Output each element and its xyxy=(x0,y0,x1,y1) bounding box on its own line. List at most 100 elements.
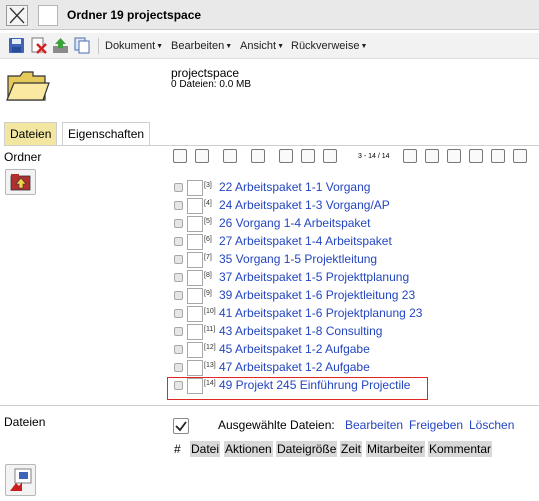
list-item: [9] 39 Arbeitspaket 1-6 Projektleitung 23 xyxy=(172,287,432,305)
menu-dokument[interactable]: Dokument▼ xyxy=(105,40,163,52)
window-title: Ordner 19 projectspace xyxy=(67,8,202,22)
item-bullet[interactable] xyxy=(174,327,183,336)
item-bullet[interactable] xyxy=(174,273,183,282)
document-icon[interactable] xyxy=(301,149,315,163)
list-item: [12] 45 Arbeitspaket 1-2 Aufgabe xyxy=(172,341,432,359)
print-icon[interactable] xyxy=(279,149,293,163)
item-bullet[interactable] xyxy=(174,255,183,264)
item-number: [6] xyxy=(204,236,212,243)
expand-icon[interactable] xyxy=(469,149,483,163)
item-checkbox[interactable] xyxy=(187,234,203,250)
item-link[interactable]: 27 Arbeitspaket 1-4 Arbeitspaket xyxy=(219,234,392,248)
item-bullet[interactable] xyxy=(174,237,183,246)
action-loeschen[interactable]: Löschen xyxy=(469,418,514,432)
item-number: [12] xyxy=(204,344,216,351)
menu-ansicht[interactable]: Ansicht▼ xyxy=(240,40,284,52)
item-checkbox[interactable] xyxy=(187,288,203,304)
column-header-datei[interactable]: Datei xyxy=(190,441,221,457)
toolbar: Dokument▼ Bearbeiten▼ Ansicht▼ Rückverwe… xyxy=(0,33,539,59)
item-number: [5] xyxy=(204,218,212,225)
folder-up-button[interactable] xyxy=(5,169,36,195)
pager-status: 3 - 14 / 14 xyxy=(358,153,390,160)
selected-files-checkbox[interactable] xyxy=(173,418,189,434)
action-freigeben[interactable]: Freigeben xyxy=(409,418,463,432)
item-checkbox[interactable] xyxy=(187,198,203,214)
space-info: 0 Dateien: 0.0 MB xyxy=(171,79,252,90)
item-bullet[interactable] xyxy=(174,219,183,228)
item-checkbox[interactable] xyxy=(187,306,203,322)
copy-list-icon[interactable] xyxy=(195,149,209,163)
item-checkbox[interactable] xyxy=(187,180,203,196)
item-bullet[interactable] xyxy=(174,201,183,210)
item-number: [4] xyxy=(204,200,212,207)
item-link[interactable]: 37 Arbeitspaket 1-5 Projekttplanung xyxy=(219,270,409,284)
delete-icon[interactable] xyxy=(30,37,47,54)
section-divider xyxy=(0,405,539,406)
action-bearbeiten[interactable]: Bearbeiten xyxy=(345,418,403,432)
item-bullet[interactable] xyxy=(174,183,183,192)
item-number: [7] xyxy=(204,254,212,261)
column-header-zeit[interactable]: Zeit xyxy=(340,441,363,457)
list-item: [7] 35 Vorgang 1-5 Projektleitung xyxy=(172,251,432,269)
list-view-icon[interactable] xyxy=(173,149,187,163)
item-link[interactable]: 35 Vorgang 1-5 Projektleitung xyxy=(219,252,377,266)
item-bullet[interactable] xyxy=(174,345,183,354)
item-number: [13] xyxy=(204,362,216,369)
folder-icon xyxy=(6,71,50,101)
item-link[interactable]: 47 Arbeitspaket 1-2 Aufgabe xyxy=(219,360,370,374)
item-bullet[interactable] xyxy=(174,291,183,300)
upload-file-icon xyxy=(10,468,32,491)
space-name: projectspace xyxy=(171,66,240,80)
item-link[interactable]: 22 Arbeitspaket 1-1 Vorgang xyxy=(219,180,370,194)
item-link[interactable]: 24 Arbeitspaket 1-3 Vorgang/AP xyxy=(219,198,390,212)
tab-eigenschaften[interactable]: Eigenschaften xyxy=(62,122,151,145)
folder-up-icon xyxy=(10,174,31,191)
item-bullet[interactable] xyxy=(174,309,183,318)
column-header-kommentar[interactable]: Kommentar xyxy=(428,441,493,457)
item-link[interactable]: 45 Arbeitspaket 1-2 Aufgabe xyxy=(219,342,370,356)
item-checkbox[interactable] xyxy=(187,216,203,232)
files-section-label: Dateien xyxy=(4,415,46,429)
column-header-dateigroesse[interactable]: Dateigröße xyxy=(276,441,338,457)
checkmark-icon xyxy=(175,421,187,432)
item-bullet[interactable] xyxy=(174,363,183,372)
item-number: [10] xyxy=(204,308,216,315)
folder-section-label: Ordner xyxy=(4,150,42,164)
item-checkbox[interactable] xyxy=(187,252,203,268)
select-all-checkbox[interactable] xyxy=(38,5,58,26)
close-button[interactable] xyxy=(6,5,28,26)
title-bar: Ordner 19 projectspace xyxy=(0,0,539,30)
item-checkbox[interactable] xyxy=(187,324,203,340)
tab-divider xyxy=(4,145,539,146)
column-header-aktionen[interactable]: Aktionen xyxy=(224,441,273,457)
upload-icon[interactable] xyxy=(52,37,69,54)
next-page-icon[interactable] xyxy=(491,149,505,163)
prev-page-icon[interactable] xyxy=(425,149,439,163)
tab-dateien[interactable]: Dateien xyxy=(4,122,58,145)
collapse-icon[interactable] xyxy=(447,149,461,163)
list-item: [3] 22 Arbeitspaket 1-1 Vorgang xyxy=(172,179,432,197)
last-page-icon[interactable] xyxy=(513,149,527,163)
list-item: [5] 26 Vorgang 1-4 Arbeitspaket xyxy=(172,215,432,233)
column-header-mitarbeiter[interactable]: Mitarbeiter xyxy=(366,441,425,457)
item-checkbox[interactable] xyxy=(187,270,203,286)
item-link[interactable]: 26 Vorgang 1-4 Arbeitspaket xyxy=(219,216,370,230)
upload-file-button[interactable] xyxy=(5,464,36,496)
highlight-box xyxy=(167,377,428,400)
sort-icon[interactable] xyxy=(223,149,237,163)
item-link[interactable]: 41 Arbeitspaket 1-6 Projektplanung 23 xyxy=(219,306,422,320)
toolbar-separator xyxy=(98,38,99,54)
first-page-icon[interactable] xyxy=(403,149,417,163)
checkmark-icon[interactable] xyxy=(323,149,337,163)
list-item: [8] 37 Arbeitspaket 1-5 Projekttplanung xyxy=(172,269,432,287)
search-icon[interactable] xyxy=(251,149,265,163)
item-checkbox[interactable] xyxy=(187,360,203,376)
item-link[interactable]: 39 Arbeitspaket 1-6 Projektleitung 23 xyxy=(219,288,415,302)
save-icon[interactable] xyxy=(8,37,25,54)
menu-rueckverweise[interactable]: Rückverweise▼ xyxy=(291,40,367,52)
copy-icon[interactable] xyxy=(74,37,91,54)
item-checkbox[interactable] xyxy=(187,342,203,358)
column-header-number: # xyxy=(173,441,182,457)
menu-bearbeiten[interactable]: Bearbeiten▼ xyxy=(171,40,232,52)
item-link[interactable]: 43 Arbeitspaket 1-8 Consulting xyxy=(219,324,382,338)
